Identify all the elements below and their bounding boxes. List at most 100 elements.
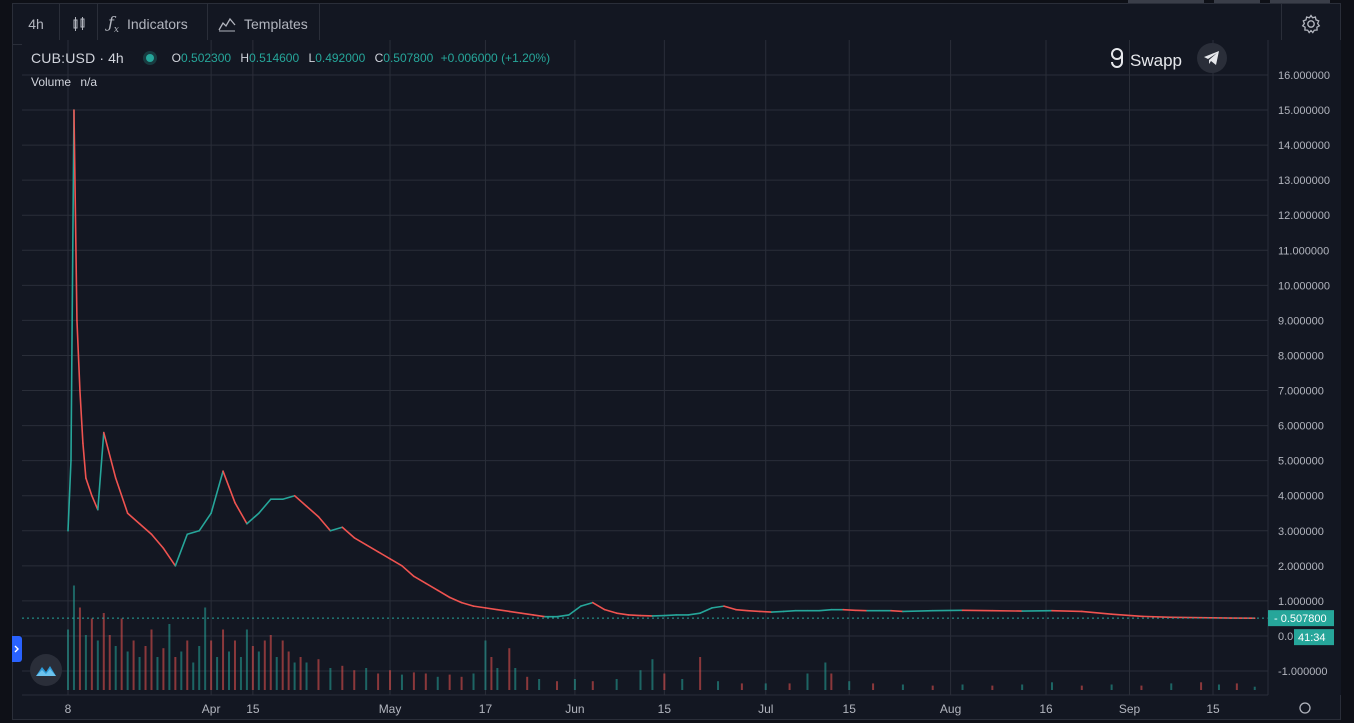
volume-bar xyxy=(132,640,135,690)
chart-style-button[interactable] xyxy=(60,4,98,44)
indicators-button[interactable]: ƒx Indicators xyxy=(98,4,208,44)
y-tick-label: 7.000000 xyxy=(1278,386,1324,398)
bar-chart-icon xyxy=(73,17,84,31)
volume-bar xyxy=(556,681,559,690)
close-key: C xyxy=(374,51,384,65)
volume-bar xyxy=(991,685,994,690)
volume-bar xyxy=(233,640,236,690)
y-tick-label: 9.000000 xyxy=(1278,315,1324,327)
x-tick-label: Apr xyxy=(202,702,221,716)
x-tick-label: Sep xyxy=(1119,702,1141,716)
y-tick-label: 1.000000 xyxy=(1278,596,1324,608)
y-tick-label: 3.000000 xyxy=(1278,526,1324,538)
volume-bar xyxy=(168,624,171,690)
x-tick-label: 8 xyxy=(65,702,72,716)
volume-bar xyxy=(126,651,129,690)
settings-button[interactable] xyxy=(1281,4,1340,44)
volume-bar xyxy=(138,657,141,690)
telegram-icon xyxy=(1204,51,1219,65)
chart-legend: CUB:USD · 4h O0.502300 H0.514600 L0.4920… xyxy=(31,50,550,66)
volume-bar xyxy=(72,585,75,690)
volume-bar xyxy=(174,657,177,690)
volume-bar xyxy=(651,659,654,690)
volume-bar xyxy=(424,673,427,690)
price-segment xyxy=(747,609,761,613)
volume-bar xyxy=(931,685,934,690)
volume-bar xyxy=(717,681,720,690)
telegram-button[interactable] xyxy=(1197,43,1227,73)
volume-bar xyxy=(472,673,475,690)
x-tick-label: 16 xyxy=(1039,702,1053,716)
market-status-dot[interactable] xyxy=(145,54,154,62)
price-segment xyxy=(842,608,856,612)
volume-bar xyxy=(90,618,93,690)
tradingview-logo[interactable] xyxy=(30,654,62,686)
volume-bar xyxy=(1050,682,1053,690)
swapp-brand[interactable]: Swapp xyxy=(1110,47,1182,75)
price-chart[interactable]: 16.000000 15.000000 14.000000 13.000000 12.0… xyxy=(0,40,1341,720)
volume-bar xyxy=(144,646,147,690)
y-tick-label: 15.000000 xyxy=(1278,105,1330,117)
price-segment xyxy=(890,609,904,613)
collapse-sidebar-tab[interactable] xyxy=(12,636,22,662)
volume-bar xyxy=(848,681,851,690)
price-segment xyxy=(1051,609,1083,613)
volume-bar xyxy=(830,673,833,690)
volume-bar xyxy=(389,670,392,690)
volume-bar xyxy=(150,629,153,690)
volume-bar xyxy=(263,640,266,690)
last-price-value: - 0.507800 xyxy=(1274,613,1327,625)
volume-bar xyxy=(1080,685,1083,690)
volume-bar xyxy=(114,646,117,690)
volume-bar xyxy=(1217,684,1220,690)
volume-bar xyxy=(67,629,69,690)
volume-bar xyxy=(156,657,159,690)
tradingview-logo-icon xyxy=(36,666,56,676)
volume-bar xyxy=(508,648,511,690)
high-value: 0.514600 xyxy=(249,51,300,65)
volume-bar xyxy=(78,607,81,690)
y-tick-label: -1.000000 xyxy=(1278,666,1328,678)
volume-bar xyxy=(84,635,87,690)
y-tick-label: 6.000000 xyxy=(1278,421,1324,433)
volume-bar xyxy=(824,662,827,690)
volume-bar xyxy=(228,651,231,690)
x-tick-label: 15 xyxy=(658,702,672,716)
volume-bar xyxy=(806,673,809,690)
volume-bar xyxy=(460,676,463,690)
volume-bar xyxy=(1170,683,1173,690)
volume-bar xyxy=(872,683,875,690)
plot-area[interactable] xyxy=(22,40,1268,695)
x-tick-label: Jul xyxy=(758,702,773,716)
settings-small-icon[interactable] xyxy=(1299,702,1311,714)
interval-button[interactable]: 4h xyxy=(13,4,60,44)
volume-bar xyxy=(764,683,767,690)
volume-bar xyxy=(1200,682,1203,690)
volume-value: n/a xyxy=(80,75,98,89)
volume-bar xyxy=(353,670,356,690)
volume-bar xyxy=(514,668,517,690)
price-segment xyxy=(770,610,785,613)
x-tick-label: Aug xyxy=(940,702,961,716)
y-tick-label: 14.000000 xyxy=(1278,140,1330,152)
volume-bar xyxy=(287,651,290,690)
volume-bar xyxy=(341,665,344,690)
volume-bar xyxy=(484,640,487,690)
templates-button[interactable]: Templates xyxy=(208,4,320,44)
volume-bar xyxy=(329,668,332,690)
volume-bar xyxy=(180,651,183,690)
high-key: H xyxy=(240,51,250,65)
volume-bar xyxy=(1253,686,1256,690)
volume-bar xyxy=(275,657,278,690)
volume-bar xyxy=(591,681,594,690)
volume-bar xyxy=(400,674,403,690)
volume-bar xyxy=(436,676,439,690)
volume-legend: Volume n/a xyxy=(31,75,97,89)
volume-bar xyxy=(204,607,207,690)
volume-bar xyxy=(96,640,99,690)
volume-bar xyxy=(269,635,272,690)
templates-label: Templates xyxy=(244,16,308,32)
volume-bar xyxy=(496,668,499,690)
x-tick-label: 15 xyxy=(1206,702,1220,716)
templates-icon xyxy=(218,17,236,32)
